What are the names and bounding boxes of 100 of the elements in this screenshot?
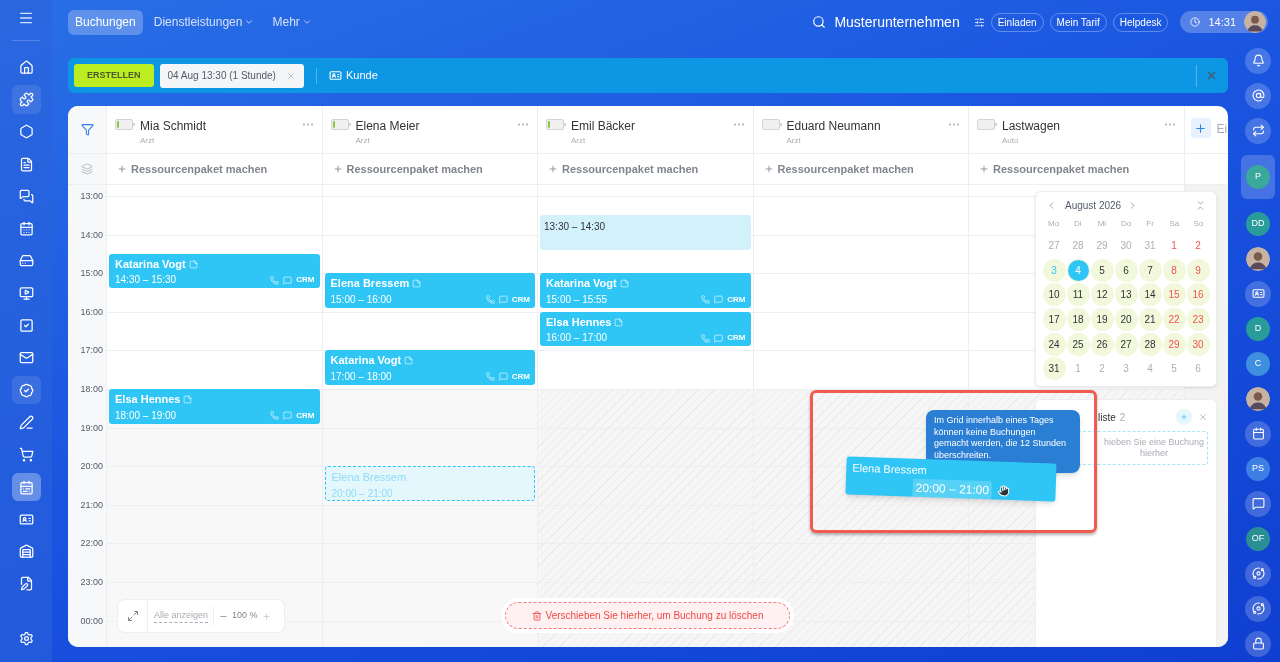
company-name[interactable]: Musterunternehmen bbox=[834, 11, 960, 33]
calendar-day[interactable]: 18 bbox=[1066, 308, 1090, 332]
crm-label[interactable]: CRM bbox=[511, 371, 530, 383]
calendar-day[interactable]: 19 bbox=[1090, 308, 1114, 332]
calendar-day[interactable]: 21 bbox=[1138, 308, 1162, 332]
show-all-link[interactable]: Alle anzeigen bbox=[154, 608, 209, 624]
calendar-day[interactable]: 13 bbox=[1114, 283, 1138, 307]
free-slot[interactable]: 13:30 – 14:30 bbox=[540, 215, 751, 250]
menu-icon[interactable] bbox=[18, 10, 34, 26]
calendar-day[interactable]: 10 bbox=[1042, 283, 1066, 307]
nav-tab[interactable]: Dienstleistungen bbox=[146, 9, 262, 35]
booking-card[interactable]: Katarina Vogt 17:00 – 18:00 CRM bbox=[324, 350, 535, 385]
booking-card[interactable]: Elsa Hennes 18:00 – 19:00 CRM bbox=[109, 389, 320, 424]
calendar-day[interactable]: 29 bbox=[1090, 234, 1114, 257]
crm-label[interactable]: CRM bbox=[727, 332, 746, 345]
nav-tab[interactable]: Mehr bbox=[265, 9, 319, 35]
create-button[interactable]: ERSTELLEN bbox=[74, 64, 154, 87]
booking-card[interactable]: Elena Bressem 15:00 – 16:00 CRM bbox=[324, 273, 535, 308]
calendar-day[interactable]: 3 bbox=[1042, 258, 1066, 282]
booking-card[interactable]: Katarina Vogt 15:00 – 15:55 CRM bbox=[540, 273, 751, 308]
calendar-day[interactable]: 5 bbox=[1090, 258, 1114, 282]
calendar-day[interactable]: 5 bbox=[1162, 357, 1186, 381]
booking-card[interactable]: Elsa Hennes 16:00 – 17:00 CRM bbox=[540, 311, 751, 347]
rail-item[interactable]: D bbox=[1241, 314, 1275, 343]
calendar-day[interactable]: 4 bbox=[1138, 357, 1162, 381]
calendar-day[interactable]: 3 bbox=[1114, 357, 1138, 381]
calendar-day[interactable]: 6 bbox=[1186, 357, 1210, 381]
calendar-day[interactable]: 2 bbox=[1090, 357, 1114, 381]
crm-label[interactable]: CRM bbox=[296, 274, 315, 287]
sidebar-item[interactable] bbox=[11, 375, 41, 405]
package-button[interactable]: Ressourcenpaket machen bbox=[979, 160, 1130, 178]
package-button[interactable]: Ressourcenpaket machen bbox=[332, 160, 483, 178]
calendar-day[interactable]: 29 bbox=[1162, 332, 1186, 356]
calendar-icon bbox=[18, 221, 34, 237]
crm-label[interactable]: CRM bbox=[511, 293, 530, 306]
calendar-day[interactable]: 17 bbox=[1042, 308, 1066, 332]
filter-settings-icon[interactable] bbox=[973, 16, 985, 28]
rail-item[interactable]: PS bbox=[1241, 454, 1275, 483]
add-column-button[interactable] bbox=[1190, 118, 1211, 138]
calendar-day[interactable]: 20 bbox=[1114, 308, 1138, 332]
month-title[interactable]: August 2026 bbox=[1065, 198, 1122, 213]
calendar-day[interactable]: 9 bbox=[1186, 258, 1210, 282]
contact-avatar[interactable]: OF bbox=[1246, 526, 1270, 551]
orbit-icon bbox=[1251, 602, 1265, 615]
contact-avatar[interactable] bbox=[1246, 386, 1270, 411]
id-card-icon bbox=[1251, 287, 1265, 300]
package-button[interactable]: Ressourcenpaket machen bbox=[763, 160, 914, 178]
calendar-day[interactable]: 8 bbox=[1162, 258, 1186, 282]
calendar-day[interactable]: 1 bbox=[1162, 234, 1186, 257]
expand-icon[interactable] bbox=[126, 610, 139, 622]
calendar-day[interactable]: 7 bbox=[1138, 258, 1162, 282]
calendar-day[interactable]: 23 bbox=[1186, 308, 1210, 332]
crm-label[interactable]: CRM bbox=[296, 409, 315, 422]
sidebar-item[interactable] bbox=[11, 85, 41, 114]
search-icon[interactable] bbox=[812, 15, 827, 29]
calendar-day[interactable]: 28 bbox=[1066, 234, 1090, 257]
client-button[interactable]: Kunde bbox=[328, 67, 378, 84]
calendar-day[interactable]: 15 bbox=[1162, 283, 1186, 307]
rail-item[interactable]: P bbox=[1241, 155, 1275, 199]
contact-avatar[interactable]: P bbox=[1246, 165, 1270, 189]
calendar-day[interactable]: 2 bbox=[1186, 234, 1210, 257]
contact-avatar[interactable] bbox=[1246, 246, 1270, 271]
rail-item[interactable]: C bbox=[1241, 349, 1275, 378]
calendar-day[interactable]: 4 bbox=[1066, 258, 1090, 282]
close-icon[interactable] bbox=[1205, 69, 1218, 82]
calendar-day[interactable]: 1 bbox=[1066, 357, 1090, 381]
calendar-day[interactable]: 22 bbox=[1162, 308, 1186, 332]
rail-item[interactable]: DD bbox=[1241, 209, 1275, 238]
contact-avatar[interactable]: D bbox=[1246, 316, 1270, 341]
calendar-day[interactable]: 14 bbox=[1138, 283, 1162, 307]
calendar-day[interactable]: 27 bbox=[1114, 332, 1138, 356]
filter-icon[interactable] bbox=[80, 123, 94, 136]
sidebar-item[interactable] bbox=[11, 472, 41, 502]
calendar-day[interactable]: 27 bbox=[1042, 234, 1066, 257]
calendar-day[interactable]: 30 bbox=[1114, 234, 1138, 257]
clock-pill[interactable]: 14:31 bbox=[1180, 11, 1268, 33]
calendar-day[interactable]: 6 bbox=[1114, 258, 1138, 282]
package-button[interactable]: Ressourcenpaket machen bbox=[117, 160, 268, 178]
calendar-day[interactable]: 24 bbox=[1042, 332, 1066, 356]
contact-avatar[interactable]: C bbox=[1246, 351, 1270, 376]
calendar-day[interactable]: 11 bbox=[1066, 283, 1090, 307]
contact-avatar[interactable]: DD bbox=[1246, 211, 1270, 236]
calendar-day[interactable]: 12 bbox=[1090, 283, 1114, 307]
nav-tab[interactable]: Buchungen bbox=[68, 9, 143, 35]
settings-icon[interactable] bbox=[18, 631, 34, 646]
rail-item[interactable]: OF bbox=[1241, 524, 1275, 553]
calendar-day[interactable]: 30 bbox=[1186, 332, 1210, 356]
calendar-day[interactable]: 31 bbox=[1138, 234, 1162, 257]
calendar-day[interactable]: 31 bbox=[1042, 357, 1066, 381]
booking-card[interactable]: Katarina Vogt 14:30 – 15:30 CRM bbox=[109, 253, 320, 289]
plus-icon bbox=[1180, 413, 1188, 421]
crm-label[interactable]: CRM bbox=[727, 293, 746, 306]
calendar-day[interactable]: 16 bbox=[1186, 283, 1210, 307]
contact-avatar[interactable]: PS bbox=[1246, 456, 1270, 481]
calendar-day[interactable]: 26 bbox=[1090, 332, 1114, 356]
date-chip[interactable]: 04 Aug 13:30 (1 Stunde) bbox=[159, 63, 304, 88]
calendar-day[interactable]: 28 bbox=[1138, 332, 1162, 356]
calendar-day[interactable]: 25 bbox=[1066, 332, 1090, 356]
user-avatar[interactable] bbox=[1244, 11, 1266, 33]
package-button[interactable]: Ressourcenpaket machen bbox=[548, 160, 699, 178]
